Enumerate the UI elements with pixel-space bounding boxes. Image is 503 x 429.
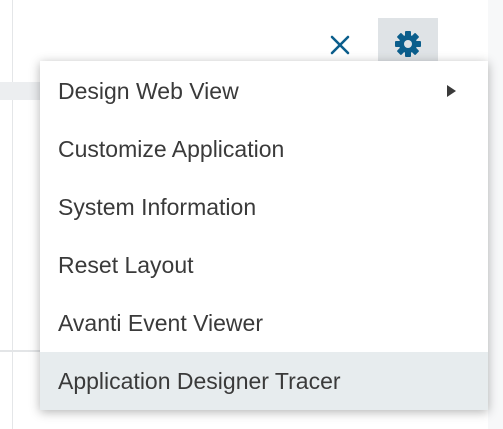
menu-item-label: System Information [58, 193, 257, 220]
menu-item-label: Design Web View [58, 77, 239, 104]
background-panel-edge [0, 0, 13, 429]
menu-item-design-web-view[interactable]: Design Web View [40, 62, 488, 120]
menu-item-system-information[interactable]: System Information [40, 178, 488, 236]
submenu-arrow-icon [447, 85, 456, 97]
background-right-strip [488, 0, 503, 429]
menu-item-label: Reset Layout [58, 251, 194, 278]
close-icon [330, 35, 350, 55]
menu-item-customize-application[interactable]: Customize Application [40, 120, 488, 178]
menu-item-label: Customize Application [58, 135, 285, 162]
close-button[interactable] [324, 28, 356, 62]
menu-item-application-designer-tracer[interactable]: Application Designer Tracer [40, 352, 488, 410]
menu-item-reset-layout[interactable]: Reset Layout [40, 236, 488, 294]
settings-dropdown-menu: Design Web View Customize Application Sy… [40, 61, 488, 410]
menu-item-avanti-event-viewer[interactable]: Avanti Event Viewer [40, 294, 488, 352]
background-header-band [0, 82, 40, 100]
menu-item-label: Application Designer Tracer [58, 367, 341, 394]
gear-icon [395, 31, 421, 57]
menu-item-label: Avanti Event Viewer [58, 309, 263, 336]
background-divider [0, 350, 40, 352]
